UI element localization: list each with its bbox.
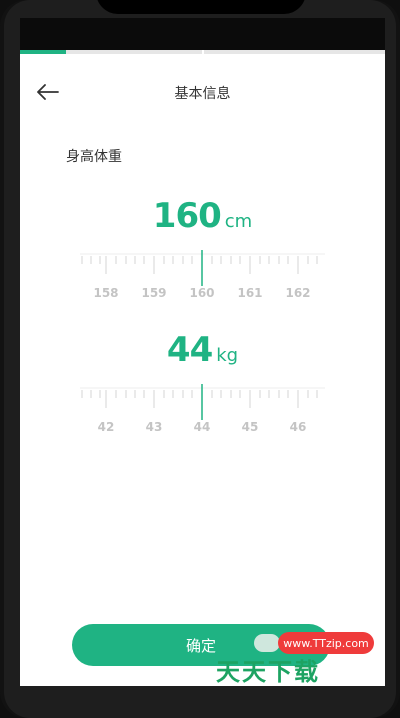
tick-label: 159 bbox=[141, 286, 167, 300]
page-title: 基本信息 bbox=[174, 86, 231, 102]
tick-label: 160 bbox=[189, 286, 215, 300]
section-label-height-weight: 身高体重 bbox=[66, 149, 122, 165]
tick-label: 46 bbox=[289, 420, 307, 434]
step-progress-bar bbox=[20, 50, 385, 54]
weight-ruler-ticks bbox=[80, 384, 325, 420]
height-ruler-slider[interactable]: 158 159 160 161 162 bbox=[20, 248, 385, 318]
step-progress-fill bbox=[20, 50, 66, 54]
tick-label: 44 bbox=[193, 420, 211, 434]
tick-label: 45 bbox=[241, 420, 259, 434]
tick-label: 161 bbox=[237, 286, 263, 300]
app-screen: 基本信息 身高体重 160 cm 158 159 160 161 162 44 … bbox=[20, 18, 385, 686]
tick-label: 158 bbox=[93, 286, 119, 300]
weight-value: 44 bbox=[166, 330, 213, 370]
status-bar bbox=[20, 18, 385, 50]
tick-label: 162 bbox=[285, 286, 311, 300]
height-reading: 160 cm bbox=[20, 196, 385, 236]
height-unit: cm bbox=[224, 211, 253, 232]
tick-label: 43 bbox=[145, 420, 163, 434]
step-divider bbox=[202, 50, 204, 54]
phone-frame: 基本信息 身高体重 160 cm 158 159 160 161 162 44 … bbox=[0, 0, 400, 718]
confirm-button[interactable]: 确定 bbox=[72, 624, 330, 666]
height-value: 160 bbox=[152, 196, 222, 236]
weight-unit: kg bbox=[216, 345, 239, 366]
phone-notch bbox=[96, 0, 306, 14]
height-ruler-ticks bbox=[80, 250, 325, 286]
tick-label: 42 bbox=[97, 420, 115, 434]
weight-ruler-slider[interactable]: 42 43 44 45 46 bbox=[20, 382, 385, 452]
top-bar: 基本信息 bbox=[20, 74, 385, 110]
weight-reading: 44 kg bbox=[20, 330, 385, 370]
